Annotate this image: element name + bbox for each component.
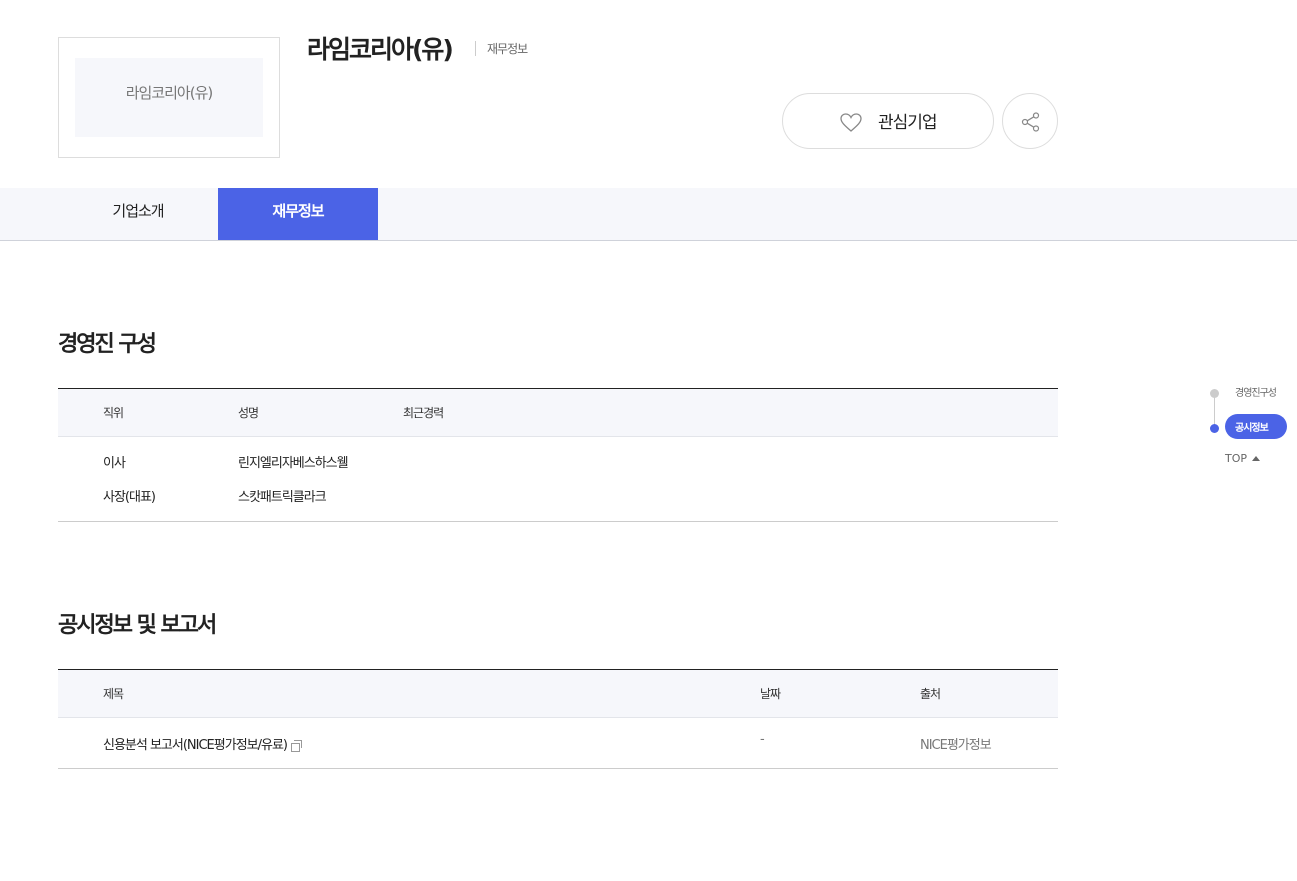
heart-icon [840, 113, 862, 132]
executive-name: 린지엘리자베스하스웰 [238, 456, 349, 471]
scroll-to-top-button[interactable]: TOP [1225, 452, 1261, 465]
report-link[interactable]: 신용분석 보고서(NICE평가정보/유료) [103, 734, 302, 753]
disclosures-table-header: 제목 날짜 출처 [58, 670, 1058, 718]
executives-table-header: 직위 성명 최근경력 [58, 389, 1058, 437]
column-header-career: 최근경력 [403, 406, 444, 420]
disclosures-section-title: 공시정보 및 보고서 [58, 613, 217, 638]
column-header-date: 날짜 [760, 687, 781, 701]
executives-section-title: 경영진 구성 [58, 332, 157, 357]
top-label: TOP [1225, 452, 1248, 465]
company-logo-text: 라임코리아(유) [125, 84, 214, 102]
nav-dot-inactive [1210, 389, 1219, 398]
column-header-source: 출처 [920, 687, 941, 701]
company-name: 라임코리아(유) [307, 35, 454, 64]
share-button[interactable] [1002, 93, 1058, 149]
favorite-company-button[interactable]: 관심기업 [782, 93, 994, 149]
side-section-nav: 경영진구성 공시정보 TOP [1205, 380, 1295, 470]
executive-position: 사장(대표) [103, 490, 156, 505]
side-nav-item-disclosures[interactable]: 공시정보 [1225, 414, 1287, 439]
tab-company-intro[interactable]: 기업소개 [58, 188, 218, 240]
disclosures-table: 제목 날짜 출처 신용분석 보고서(NICE평가정보/유료) - NICE평가정… [58, 669, 1058, 769]
share-icon [1021, 112, 1040, 132]
caret-up-icon [1252, 456, 1261, 461]
nav-connector-line [1214, 394, 1215, 428]
favorite-label: 관심기업 [878, 113, 938, 133]
column-header-title: 제목 [103, 687, 124, 701]
page-subtitle: 재무정보 [487, 42, 528, 56]
external-window-icon [291, 740, 302, 752]
nav-dot-active [1210, 424, 1219, 433]
company-logo-box: 라임코리아(유) [58, 37, 280, 158]
report-date: - [760, 732, 765, 747]
executives-table: 직위 성명 최근경력 이사 린지엘리자베스하스웰 사장(대표) 스캇패트릭클라크 [58, 388, 1058, 522]
tab-financial-info[interactable]: 재무정보 [218, 188, 378, 240]
column-header-name: 성명 [238, 406, 259, 420]
tab-bar: 기업소개 재무정보 [0, 188, 1297, 241]
company-logo-placeholder: 라임코리아(유) [75, 58, 263, 137]
report-source: NICE평가정보 [920, 738, 992, 753]
report-title: 신용분석 보고서(NICE평가정보/유료) [103, 738, 288, 753]
executive-name: 스캇패트릭클라크 [238, 490, 327, 505]
title-divider [475, 41, 476, 56]
column-header-position: 직위 [103, 406, 124, 420]
executive-position: 이사 [103, 456, 126, 471]
side-nav-item-executives[interactable]: 경영진구성 [1235, 384, 1277, 399]
